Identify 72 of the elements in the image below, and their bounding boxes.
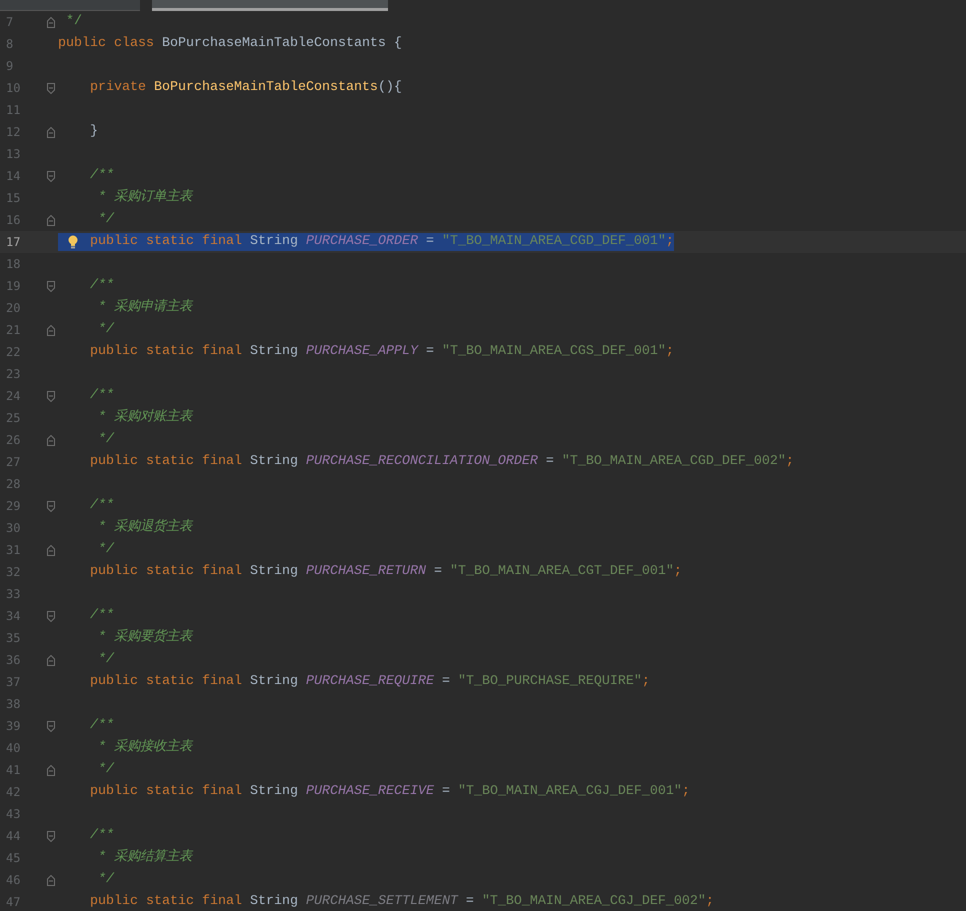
code-line: * 采购申请主表 [96,299,192,317]
line-number: 39 [5,718,22,735]
code-line: /** [88,277,114,295]
code-line: */ [96,321,114,339]
code-line: */ [96,211,114,229]
line-number: 14 [5,168,22,185]
line-number: 10 [5,80,22,97]
line-number: 15 [5,190,22,207]
line-number: 41 [5,762,22,779]
code-line: /** [88,607,114,625]
line-number: 29 [5,498,22,515]
code-line: public class BoPurchaseMainTableConstants { [58,35,402,53]
line-number: 24 [5,388,22,405]
code-line: /** [88,827,114,845]
line-number: 30 [5,520,22,537]
code-line: public static final String PURCHASE_RECONCILIATION_ORDER = "T_BO_MAIN_AREA_CGD_DEF_002"; [88,453,794,471]
line-number: 38 [5,696,22,713]
line-number: 32 [5,564,22,581]
code-line: */ [96,651,114,669]
line-number: 8 [5,36,14,53]
line-number: 18 [5,256,22,273]
line-number: 25 [5,410,22,427]
code-line: public static final String PURCHASE_REQUIRE = "T_BO_PURCHASE_REQUIRE"; [88,673,650,691]
line-number: 33 [5,586,22,603]
line-number: 34 [5,608,22,625]
line-number: 9 [5,58,14,75]
code-line: * 采购退货主表 [96,519,192,537]
line-number: 7 [5,14,14,31]
code-line: */ [64,13,82,31]
code-line: } [88,123,98,141]
line-number: 20 [5,300,22,317]
line-number: 23 [5,366,22,383]
line-number: 12 [5,124,22,141]
code-line: */ [96,871,114,889]
code-line: /** [88,497,114,515]
line-number: 31 [5,542,22,559]
line-number: 46 [5,872,22,889]
code-line: */ [96,541,114,559]
line-number: 40 [5,740,22,757]
line-number: 37 [5,674,22,691]
code-line: * 采购订单主表 [96,189,192,207]
code-line: public static final String PURCHASE_RECEIVE = "T_BO_MAIN_AREA_CGJ_DEF_001"; [88,783,690,801]
code-line: * 采购接收主表 [96,739,192,757]
code-line: * 采购结算主表 [96,849,192,867]
line-number: 36 [5,652,22,669]
line-number: 21 [5,322,22,339]
code-line: /** [88,167,114,185]
code-line: * 采购对账主表 [96,409,192,427]
line-number: 44 [5,828,22,845]
code-line: public static final String PURCHASE_RETURN = "T_BO_MAIN_AREA_CGT_DEF_001"; [88,563,682,581]
line-number: 17 [5,234,22,251]
code-line: /** [88,717,114,735]
line-number: 47 [5,894,22,911]
line-number: 16 [5,212,22,229]
code-line: * 采购要货主表 [96,629,192,647]
line-number: 13 [5,146,22,163]
code-line: public static final String PURCHASE_SETTLEMENT = "T_BO_MAIN_AREA_CGJ_DEF_002"; [88,893,714,911]
line-number: 11 [5,102,22,119]
code-line: public static final String PURCHASE_APPLY = "T_BO_MAIN_AREA_CGS_DEF_001"; [88,343,674,361]
line-number: 28 [5,476,22,493]
code-line: */ [96,431,114,449]
line-number: 43 [5,806,22,823]
line-number: 19 [5,278,22,295]
code-line: private BoPurchaseMainTableConstants(){ [88,79,402,97]
line-number: 22 [5,344,22,361]
line-number: 27 [5,454,22,471]
line-number: 42 [5,784,22,801]
line-number: 26 [5,432,22,449]
line-number: 35 [5,630,22,647]
line-number: 45 [5,850,22,867]
code-line: */ [96,761,114,779]
code-line: /** [88,387,114,405]
